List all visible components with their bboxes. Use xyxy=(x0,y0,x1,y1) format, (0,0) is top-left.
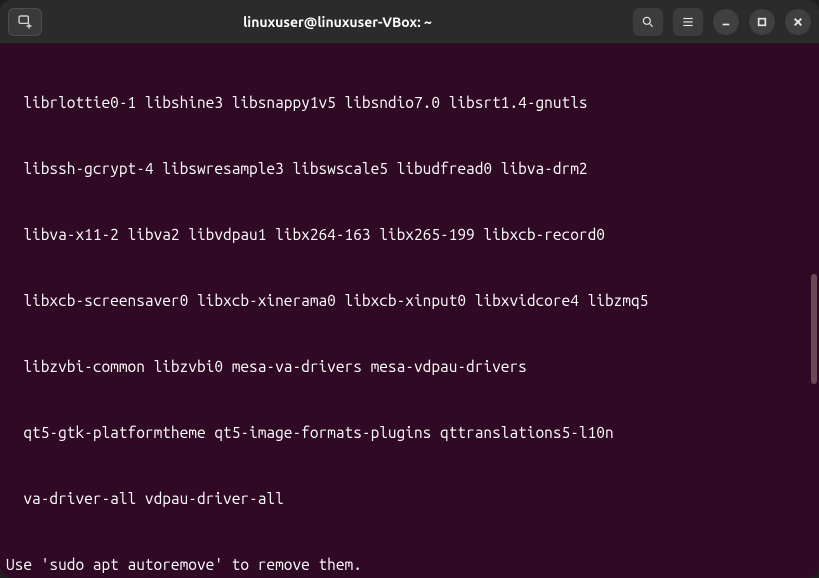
titlebar-right xyxy=(633,8,811,36)
search-icon xyxy=(641,15,655,29)
titlebar-left xyxy=(8,8,42,36)
search-button[interactable] xyxy=(633,8,663,36)
maximize-icon xyxy=(757,17,767,27)
terminal-line: libssh-gcrypt-4 libswresample3 libswscal… xyxy=(6,158,813,180)
new-tab-icon xyxy=(17,14,33,30)
titlebar: linuxuser@linuxuser-VBox: ~ xyxy=(0,0,819,44)
close-button[interactable] xyxy=(785,9,811,35)
terminal-line: qt5-gtk-platformtheme qt5-image-formats-… xyxy=(6,422,813,444)
terminal-line: libxcb-screensaver0 libxcb-xinerama0 lib… xyxy=(6,290,813,312)
scrollbar-thumb[interactable] xyxy=(811,274,817,384)
terminal-window: linuxuser@linuxuser-VBox: ~ xyxy=(0,0,819,578)
new-tab-button[interactable] xyxy=(8,8,42,36)
minimize-icon xyxy=(721,17,731,27)
terminal-line: libva-x11-2 libva2 libvdpau1 libx264-163… xyxy=(6,224,813,246)
terminal-line: librlottie0-1 libshine3 libsnappy1v5 lib… xyxy=(6,92,813,114)
minimize-button[interactable] xyxy=(713,9,739,35)
menu-button[interactable] xyxy=(673,8,703,36)
close-icon xyxy=(793,17,803,27)
terminal-line: va-driver-all vdpau-driver-all xyxy=(6,488,813,510)
maximize-button[interactable] xyxy=(749,9,775,35)
terminal-line: Use 'sudo apt autoremove' to remove them… xyxy=(6,554,813,576)
terminal-line: libzvbi-common libzvbi0 mesa-va-drivers … xyxy=(6,356,813,378)
hamburger-icon xyxy=(681,15,695,29)
window-title: linuxuser@linuxuser-VBox: ~ xyxy=(42,14,633,30)
terminal-body[interactable]: librlottie0-1 libshine3 libsnappy1v5 lib… xyxy=(0,44,819,578)
